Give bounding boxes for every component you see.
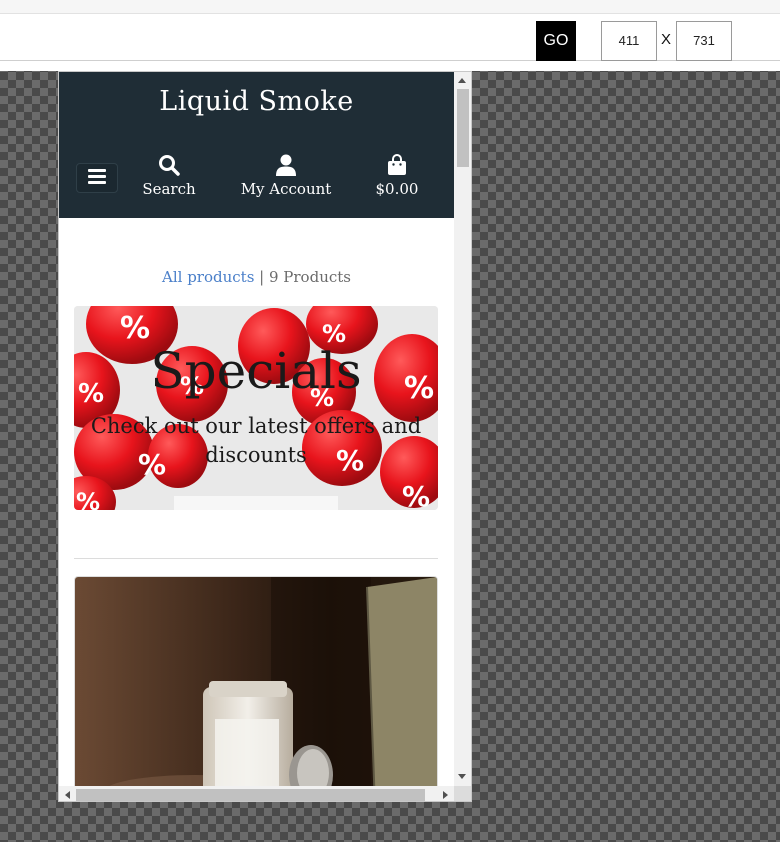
scroll-left-icon[interactable]: [65, 791, 70, 799]
svg-text:%: %: [76, 488, 100, 510]
search-icon: [139, 154, 199, 176]
nav-my-account[interactable]: My Account: [231, 154, 341, 198]
site-header: Liquid Smoke Search My Account $0.00: [59, 72, 454, 218]
menu-button[interactable]: [76, 163, 118, 193]
scroll-right-icon[interactable]: [443, 791, 448, 799]
vertical-scrollbar[interactable]: [454, 72, 471, 786]
product-image: [75, 577, 437, 786]
specials-banner[interactable]: % % % % % % % % % % Specials Check out o…: [74, 306, 438, 510]
section-divider: [74, 558, 438, 559]
breadcrumb-separator: |: [254, 268, 269, 286]
nav-search-label: Search: [142, 180, 196, 198]
specials-subtitle: Check out our latest offers and discount…: [90, 414, 422, 467]
site-title[interactable]: Liquid Smoke: [59, 86, 454, 117]
nav-account-label: My Account: [240, 180, 332, 198]
svg-text:%: %: [402, 480, 430, 510]
responsive-toolbar: GO 411 X 731: [0, 0, 780, 71]
specials-title: Specials: [150, 342, 362, 400]
specials-banner-image: % % % % % % % % % %: [74, 306, 438, 510]
cart-total: $0.00: [375, 180, 419, 198]
all-products-link[interactable]: All products: [162, 268, 254, 286]
nav-cart[interactable]: $0.00: [369, 154, 425, 198]
go-button[interactable]: GO: [536, 21, 576, 61]
svg-text:%: %: [120, 311, 150, 346]
device-frame: Liquid Smoke Search My Account $0.00 All…: [58, 71, 472, 802]
horizontal-scrollbar[interactable]: [59, 786, 454, 801]
product-card-image[interactable]: [74, 576, 438, 786]
width-input[interactable]: 411: [601, 21, 657, 61]
scrollbar-corner: [454, 786, 471, 801]
height-input[interactable]: 731: [676, 21, 732, 61]
scroll-down-icon[interactable]: [458, 774, 466, 779]
user-icon: [231, 154, 341, 176]
device-viewport: Liquid Smoke Search My Account $0.00 All…: [59, 72, 454, 786]
breadcrumb: All products | 9 Products: [59, 268, 454, 286]
product-count: 9 Products: [268, 268, 351, 286]
shopping-bag-icon: [369, 154, 425, 176]
horizontal-scroll-thumb[interactable]: [76, 789, 425, 801]
scroll-up-icon[interactable]: [458, 78, 466, 83]
vertical-scroll-thumb[interactable]: [457, 89, 469, 167]
menu-icon: [88, 168, 106, 188]
nav-search[interactable]: Search: [139, 154, 199, 198]
dimension-separator: X: [661, 31, 672, 48]
toolbar-top-strip: [0, 0, 780, 14]
